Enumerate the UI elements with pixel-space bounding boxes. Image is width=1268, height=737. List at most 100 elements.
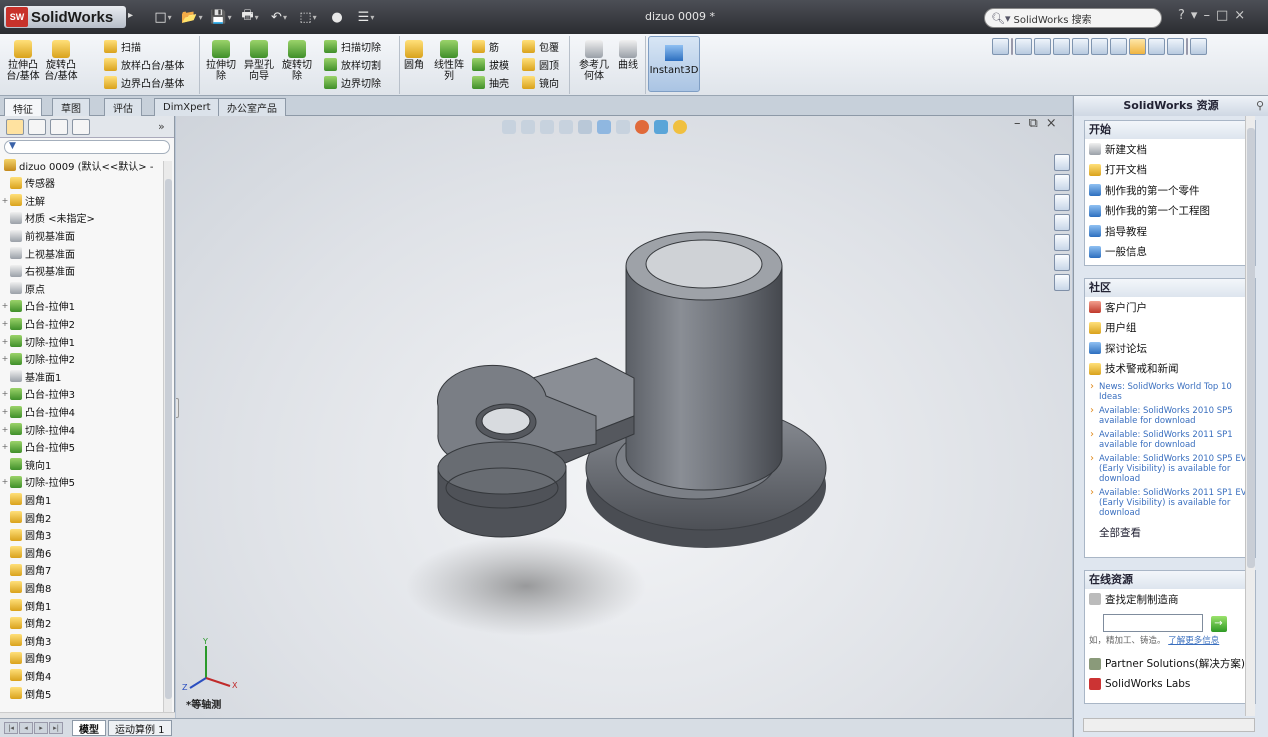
open-folder-icon[interactable]: 📂 ▾ <box>179 8 205 26</box>
tree-item[interactable]: 上视基准面 <box>0 244 174 262</box>
tree-root-part[interactable]: dizuo 0009 (默认<<默认> - <box>0 156 174 174</box>
expand-toggle-icon[interactable]: + <box>0 301 10 310</box>
file-explorer-icon[interactable] <box>1054 194 1070 211</box>
revolve-cut-button[interactable]: 旋转切 除 <box>280 40 314 82</box>
dimxpert-manager-tab-icon[interactable] <box>72 119 90 135</box>
reference-geometry-button[interactable]: 参考几 何体 <box>576 40 612 82</box>
view-palette-icon[interactable] <box>1054 234 1070 251</box>
help-button[interactable]: ? <box>1178 8 1185 23</box>
extrude-boss-button[interactable]: 拉伸凸 台/基体 <box>6 40 40 82</box>
tree-item[interactable]: 镜向1 <box>0 456 174 474</box>
tree-filter-input[interactable]: ▼ <box>4 140 170 154</box>
loft-cut-button[interactable]: 放样切割 <box>324 56 381 73</box>
linear-pattern-button[interactable]: 线性阵 列 <box>430 40 468 82</box>
tree-item[interactable]: + 凸台-拉伸2 <box>0 315 174 333</box>
first-tab-icon[interactable]: |◂ <box>4 722 18 734</box>
tab-features[interactable]: 特征 <box>4 98 42 117</box>
options-icon[interactable]: ☰ ▾ <box>353 8 379 26</box>
tree-item[interactable]: + 凸台-拉伸3 <box>0 385 174 403</box>
expand-toggle-icon[interactable]: + <box>0 354 10 363</box>
tree-scrollbar[interactable] <box>163 161 172 716</box>
draft-button[interactable]: 拔模 <box>472 56 509 73</box>
tab-evaluate[interactable]: 评估 <box>104 98 142 116</box>
scrollbar-thumb[interactable] <box>165 179 172 699</box>
expand-toggle-icon[interactable]: + <box>0 425 10 434</box>
extrude-cut-button[interactable]: 拉伸切 除 <box>204 40 238 82</box>
tree-item[interactable]: 传感器 <box>0 174 174 192</box>
front-view-icon[interactable] <box>1015 38 1032 55</box>
community-item[interactable]: 技术警戒和新闻 <box>1085 359 1255 380</box>
tree-item[interactable]: 材质 <未指定> <box>0 209 174 227</box>
solidworks-logo[interactable]: SW SolidWorks <box>4 6 126 28</box>
tab-sketch[interactable]: 草图 <box>52 98 90 116</box>
community-item[interactable]: 用户组 <box>1085 318 1255 339</box>
sweep-button[interactable]: 扫描 <box>104 38 141 55</box>
help-dropdown-icon[interactable]: ▾ <box>1191 8 1198 23</box>
community-item[interactable]: 客户门户 <box>1085 297 1255 318</box>
tree-item[interactable]: + 切除-拉伸5 <box>0 473 174 491</box>
dimetric-view-icon[interactable] <box>1167 38 1184 55</box>
tree-item[interactable]: 右视基准面 <box>0 262 174 280</box>
scrollbar-thumb[interactable] <box>1247 128 1255 568</box>
instant3d-button[interactable]: Instant3D <box>648 36 700 92</box>
news-link[interactable]: Available: SolidWorks 2011 SP1 EV (Early… <box>1085 485 1255 519</box>
fillet-button[interactable]: 圆角 <box>400 40 428 71</box>
expand-toggle-icon[interactable]: + <box>0 196 10 205</box>
tab-motion-study[interactable]: 运动算例 1 <box>108 720 172 736</box>
section-view-icon[interactable] <box>1190 38 1207 55</box>
tree-item[interactable]: 前视基准面 <box>0 227 174 245</box>
search-input[interactable]: 🔍︎▾ SolidWorks 搜索 <box>984 8 1162 28</box>
hole-wizard-button[interactable]: 异型孔 向导 <box>242 40 276 82</box>
boundary-cut-button[interactable]: 边界切除 <box>324 74 381 91</box>
wrap-button[interactable]: 包覆 <box>522 38 559 55</box>
next-tab-icon[interactable]: ▸ <box>34 722 48 734</box>
select-cursor-icon[interactable]: ⬚ ▾ <box>295 8 321 26</box>
expand-toggle-icon[interactable]: + <box>0 319 10 328</box>
configuration-manager-tab-icon[interactable] <box>50 119 68 135</box>
tree-item[interactable]: + 凸台-拉伸4 <box>0 403 174 421</box>
start-item[interactable]: 一般信息 <box>1085 242 1255 263</box>
bottom-view-icon[interactable] <box>1110 38 1127 55</box>
sweep-cut-button[interactable]: 扫描切除 <box>324 38 381 55</box>
top-view-icon[interactable] <box>1091 38 1108 55</box>
expand-toggle-icon[interactable]: + <box>0 442 10 451</box>
graphics-area[interactable]: – ⧉ × Y X Z *等轴测 <box>176 116 1072 718</box>
tree-item[interactable]: + 凸台-拉伸5 <box>0 438 174 456</box>
design-library-icon[interactable] <box>1054 174 1070 191</box>
rebuild-icon[interactable]: ● <box>324 8 350 26</box>
start-item[interactable]: 制作我的第一个零件 <box>1085 180 1255 201</box>
part-model[interactable]: Y X Z <box>176 116 1072 718</box>
task-pane-scrollbar[interactable] <box>1245 116 1255 716</box>
tree-item[interactable]: 圆角9 <box>0 649 174 667</box>
start-item[interactable]: 指导教程 <box>1085 221 1255 242</box>
expand-toggle-icon[interactable]: + <box>0 337 10 346</box>
tab-dimxpert[interactable]: DimXpert <box>154 98 220 116</box>
expand-toggle-icon[interactable]: + <box>0 407 10 416</box>
prev-tab-icon[interactable]: ◂ <box>19 722 33 734</box>
back-view-icon[interactable] <box>1034 38 1051 55</box>
expand-toggle-icon[interactable]: + <box>0 477 10 486</box>
news-link[interactable]: News: SolidWorks World Top 10 Ideas <box>1085 379 1255 403</box>
tree-item[interactable]: 圆角6 <box>0 543 174 561</box>
mirror-button[interactable]: 镜向 <box>522 74 559 91</box>
find-manufacturer-row[interactable]: 查找定制制造商 <box>1085 589 1255 610</box>
right-view-icon[interactable] <box>1072 38 1089 55</box>
tree-item[interactable]: + 切除-拉伸4 <box>0 420 174 438</box>
start-item[interactable]: 新建文档 <box>1085 139 1255 160</box>
tree-item[interactable]: + 注解 <box>0 192 174 210</box>
tree-item[interactable]: 原点 <box>0 280 174 298</box>
last-tab-icon[interactable]: ▸| <box>49 722 63 734</box>
tree-item[interactable]: + 凸台-拉伸1 <box>0 297 174 315</box>
expand-panel-icon[interactable]: » <box>158 120 165 133</box>
tree-item[interactable]: 基准面1 <box>0 368 174 386</box>
tree-item[interactable]: 倒角3 <box>0 631 174 649</box>
menu-expand-icon[interactable]: ▸ <box>128 10 133 21</box>
custom-properties-icon[interactable] <box>1054 274 1070 291</box>
shell-button[interactable]: 抽壳 <box>472 74 509 91</box>
tree-item[interactable]: 圆角8 <box>0 579 174 597</box>
community-item[interactable]: 探讨论坛 <box>1085 338 1255 359</box>
normal-to-icon[interactable] <box>992 38 1009 55</box>
tree-item[interactable]: 圆角1 <box>0 491 174 509</box>
tab-office-products[interactable]: 办公室产品 <box>218 98 286 116</box>
print-icon[interactable]: 🖶 ▾ <box>237 8 263 26</box>
